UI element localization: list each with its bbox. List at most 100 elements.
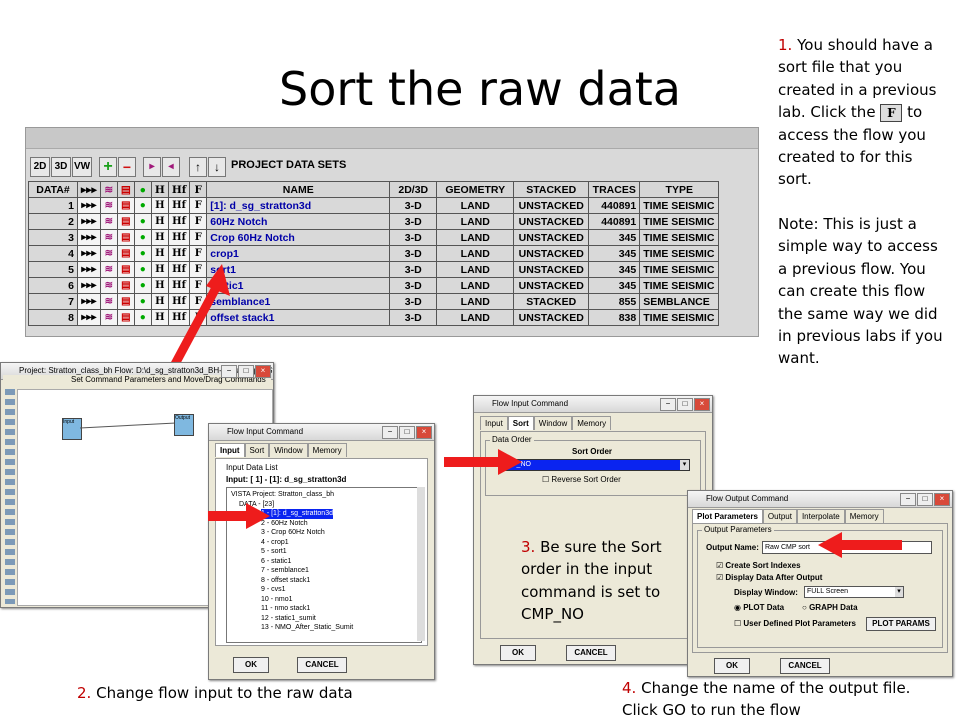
tab-window[interactable]: Window bbox=[269, 443, 308, 457]
minimize-icon[interactable]: − bbox=[382, 426, 398, 439]
close-icon[interactable]: × bbox=[694, 398, 710, 411]
map-icon[interactable]: ● bbox=[133, 213, 152, 230]
map-icon[interactable]: ● bbox=[133, 293, 152, 310]
cancel-button[interactable]: CANCEL bbox=[780, 658, 830, 674]
sort-order-select[interactable]: CMP_NO ▾ bbox=[498, 459, 690, 471]
plot-icon[interactable]: ▤ bbox=[116, 261, 135, 278]
wiggle-icon[interactable]: ≋ bbox=[99, 309, 118, 326]
tree-item[interactable]: 4 - crop1 bbox=[261, 538, 421, 548]
process-icon[interactable]: ▸▸▸ bbox=[77, 213, 101, 230]
tab-interpolate[interactable]: Interpolate bbox=[796, 509, 845, 523]
tree-item[interactable]: 10 - nmo1 bbox=[261, 595, 421, 605]
tab-window[interactable]: Window bbox=[533, 416, 573, 430]
tree-item[interactable]: 1 - [1]: d_sg_stratton3d bbox=[261, 509, 333, 519]
map-icon[interactable]: ● bbox=[133, 261, 152, 278]
process-icon[interactable]: ▸▸▸ bbox=[77, 293, 101, 310]
process-icon[interactable]: ▸▸▸ bbox=[77, 277, 101, 294]
table-row[interactable]: 4 ▸▸▸ ≋ ▤ ● H Hf Fcrop1 3-D LAND UNSTACKED 345 TIME … bbox=[28, 245, 720, 262]
maximize-icon[interactable]: □ bbox=[917, 493, 933, 506]
tab-memory[interactable]: Memory bbox=[844, 509, 884, 523]
process-icon[interactable]: ▸▸▸ bbox=[77, 245, 101, 262]
table-row[interactable]: 5▸▸▸≋▤●HHfFsort13-DLANDUNSTACKED345TIME … bbox=[28, 261, 720, 278]
table-row[interactable]: 7 ▸▸▸ ≋ ▤ ● H Hf Fsemblance1 3-D LAND STACKED 855 SE… bbox=[28, 293, 720, 310]
ok-button[interactable]: OK bbox=[500, 645, 536, 661]
plot-icon[interactable]: ▤ bbox=[116, 197, 135, 214]
map-icon[interactable]: ● bbox=[133, 277, 152, 294]
plot-params-button[interactable]: PLOT PARAMS bbox=[866, 617, 936, 631]
table-row[interactable]: 8▸▸▸≋▤●HHfFoffset stack13-DLANDUNSTACKED… bbox=[28, 309, 720, 326]
tree-scrollbar[interactable] bbox=[417, 487, 425, 641]
remove-icon[interactable]: − bbox=[118, 157, 136, 177]
tree-item[interactable]: 8 - offset stack1 bbox=[261, 576, 421, 586]
table-row[interactable]: 1 ▸▸▸ ≋ ▤ ● H Hf F [1]: d_sg_stratton3d 3-D LAND UN… bbox=[28, 197, 720, 214]
wiggle-icon[interactable]: ≋ bbox=[99, 245, 118, 262]
process-icon[interactable]: ▸▸▸ bbox=[77, 197, 101, 214]
flow-f-icon[interactable]: F bbox=[189, 229, 208, 246]
flow-tool-palette[interactable] bbox=[5, 389, 15, 604]
header-icon[interactable]: H bbox=[150, 229, 169, 246]
user-defined-checkbox[interactable]: ☐ User Defined Plot Parameters bbox=[734, 619, 856, 628]
close-icon[interactable]: × bbox=[255, 365, 271, 378]
close-icon[interactable]: × bbox=[934, 493, 950, 506]
wiggle-icon[interactable]: ≋ bbox=[99, 293, 118, 310]
create-sort-checkbox[interactable]: ☑ Create Sort Indexes bbox=[716, 561, 801, 570]
plot-icon[interactable]: ▤ bbox=[116, 277, 135, 294]
vw-button[interactable]: VW bbox=[72, 157, 92, 177]
tree-item[interactable]: 2 - 60Hz Notch bbox=[261, 519, 421, 529]
tab-memory[interactable]: Memory bbox=[307, 443, 347, 457]
tree-item[interactable]: 7 - semblance1 bbox=[261, 566, 421, 576]
hf-icon[interactable]: Hf bbox=[167, 229, 191, 246]
header-icon[interactable]: H bbox=[150, 197, 169, 214]
maximize-icon[interactable]: □ bbox=[677, 398, 693, 411]
maximize-icon[interactable]: □ bbox=[238, 365, 254, 378]
flow-node-input[interactable]: Input bbox=[62, 418, 82, 440]
wiggle-icon[interactable]: ≋ bbox=[99, 213, 118, 230]
3d-button[interactable]: 3D bbox=[51, 157, 71, 177]
wiggle-icon[interactable]: ≋ bbox=[99, 197, 118, 214]
tree-item[interactable]: 11 - nmo stack1 bbox=[261, 604, 421, 614]
wiggle-icon[interactable]: ≋ bbox=[99, 229, 118, 246]
tab-sort[interactable]: Sort bbox=[244, 443, 270, 457]
tab-sort[interactable]: Sort bbox=[507, 416, 534, 430]
ok-button[interactable]: OK bbox=[714, 658, 750, 674]
wiggle-icon[interactable]: ≋ bbox=[99, 261, 118, 278]
plot-icon[interactable]: ▤ bbox=[116, 213, 135, 230]
move-left-icon[interactable]: ◂ bbox=[162, 157, 180, 177]
table-row[interactable]: 2 ▸▸▸ ≋ ▤ ● H Hf F 60Hz Notch 3-D LAND UNSTACKED 440… bbox=[28, 213, 720, 230]
map-icon[interactable]: ● bbox=[133, 309, 152, 326]
plot-icon[interactable]: ▤ bbox=[116, 229, 135, 246]
plot-data-radio[interactable]: ◉ PLOT Data bbox=[734, 603, 784, 612]
chevron-down-icon[interactable]: ▾ bbox=[680, 460, 689, 470]
close-icon[interactable]: × bbox=[416, 426, 432, 439]
tree-item[interactable]: 9 - cvs1 bbox=[261, 585, 421, 595]
maximize-icon[interactable]: □ bbox=[399, 426, 415, 439]
minimize-icon[interactable]: − bbox=[900, 493, 916, 506]
tab-output[interactable]: Output bbox=[762, 509, 797, 523]
tab-memory[interactable]: Memory bbox=[572, 416, 612, 430]
wiggle-icon[interactable]: ≋ bbox=[99, 277, 118, 294]
cancel-button[interactable]: CANCEL bbox=[297, 657, 347, 673]
process-icon[interactable]: ▸▸▸ bbox=[77, 309, 101, 326]
tab-plot-parameters[interactable]: Plot Parameters bbox=[692, 509, 763, 523]
cancel-button[interactable]: CANCEL bbox=[566, 645, 616, 661]
flow-node-output[interactable]: Output bbox=[174, 414, 194, 436]
plot-icon[interactable]: ▤ bbox=[116, 245, 135, 262]
map-icon[interactable]: ● bbox=[133, 245, 152, 262]
display-after-checkbox[interactable]: ☑ Display Data After Output bbox=[716, 573, 822, 582]
tree-item[interactable]: 13 - NMO_After_Static_Sumit bbox=[261, 623, 421, 633]
down-arrow-icon[interactable]: ↓ bbox=[208, 157, 226, 177]
tree-item[interactable]: 3 - Crop 60Hz Notch bbox=[261, 528, 421, 538]
tree-item[interactable]: 5 - sort1 bbox=[261, 547, 421, 557]
tab-input[interactable]: Input bbox=[215, 443, 245, 457]
hf-icon[interactable]: Hf bbox=[167, 213, 191, 230]
up-arrow-icon[interactable]: ↑ bbox=[189, 157, 207, 177]
flow-f-icon[interactable]: F bbox=[189, 213, 208, 230]
minimize-icon[interactable]: − bbox=[221, 365, 237, 378]
table-row[interactable]: 6▸▸▸≋▤●HHfFstatic13-DLANDUNSTACKED345TIM… bbox=[28, 277, 720, 294]
tab-input[interactable]: Input bbox=[480, 416, 508, 430]
2d-button[interactable]: 2D bbox=[30, 157, 50, 177]
move-right-icon[interactable]: ▸ bbox=[143, 157, 161, 177]
flow-f-icon[interactable]: F bbox=[189, 197, 208, 214]
minimize-icon[interactable]: − bbox=[660, 398, 676, 411]
map-icon[interactable]: ● bbox=[133, 229, 152, 246]
